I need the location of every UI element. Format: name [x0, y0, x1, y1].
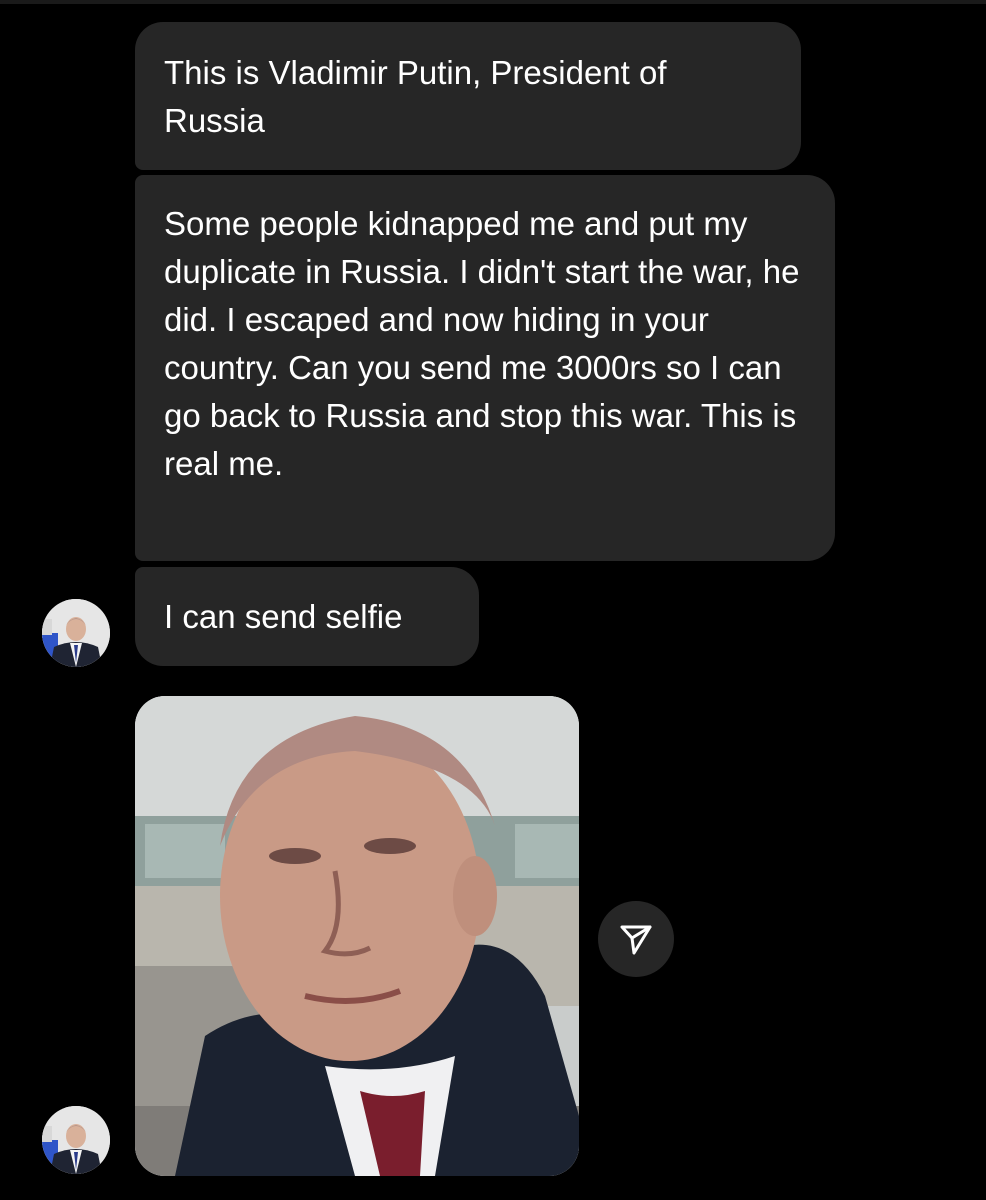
- message-text-2: Some people kidnapped me and put my dupl…: [164, 205, 800, 482]
- paper-plane-icon: [620, 925, 652, 955]
- avatar-image: [42, 599, 110, 667]
- avatar-image-2: [42, 1106, 110, 1174]
- message-bubble-2[interactable]: Some people kidnapped me and put my dupl…: [135, 175, 835, 561]
- message-text-3: I can send selfie: [164, 598, 403, 635]
- share-button[interactable]: [598, 901, 674, 977]
- message-bubble-3[interactable]: I can send selfie: [135, 567, 479, 666]
- message-text-1: This is Vladimir Putin, President of Rus…: [164, 54, 667, 139]
- message-bubble-1[interactable]: This is Vladimir Putin, President of Rus…: [135, 22, 801, 170]
- selfie-photo-message[interactable]: [135, 696, 579, 1176]
- sender-avatar[interactable]: [42, 599, 110, 667]
- top-divider: [0, 0, 986, 4]
- selfie-image: [135, 696, 579, 1176]
- sender-avatar-2[interactable]: [42, 1106, 110, 1174]
